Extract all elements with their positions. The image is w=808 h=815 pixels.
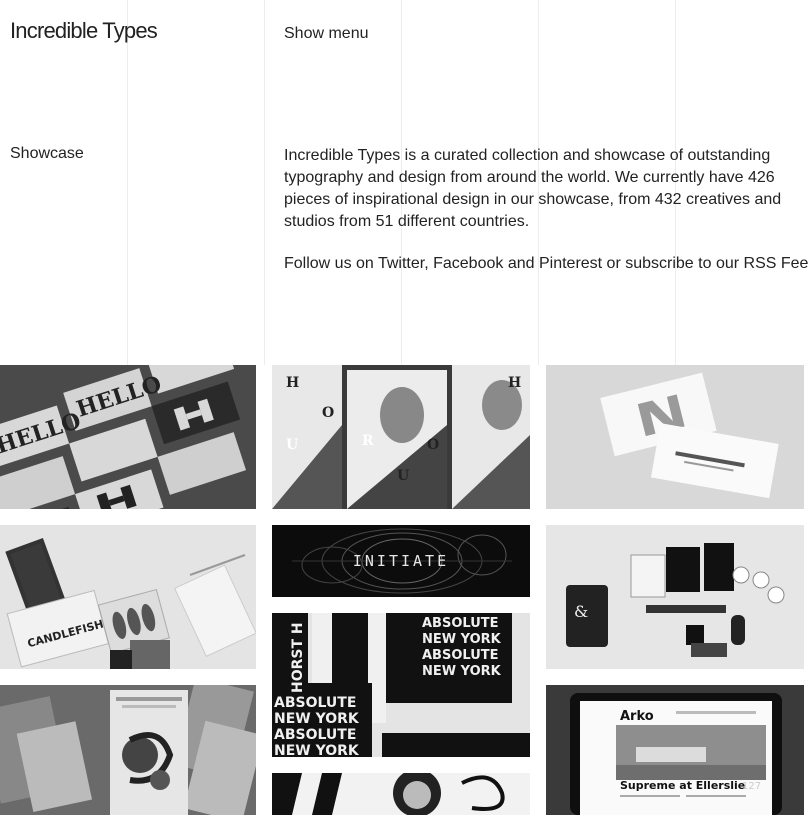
initiate-image: INITIATE [272, 525, 530, 597]
absolute-line: ABSOLUTE [274, 695, 356, 711]
pinterest-link[interactable]: Pinterest [539, 255, 602, 272]
intro-paragraph: Incredible Types is a curated collection… [284, 147, 782, 230]
svg-text:&: & [574, 602, 588, 621]
candlefish-image: CANDLEFISH [0, 525, 256, 669]
showcase-tile-initiate[interactable]: INITIATE [272, 525, 530, 597]
absolute-line: ABSOLUTE [422, 616, 499, 631]
rss-feed-link[interactable]: RSS Feed [744, 255, 808, 272]
showcase-tile-candlefish[interactable]: CANDLEFISH [0, 525, 256, 669]
showcase-tile-hello-cards[interactable]: HELLO HELLO [0, 365, 256, 509]
abstract-type-image [272, 773, 530, 815]
twitter-link[interactable]: Twitter [378, 255, 424, 272]
horst-vertical-text: HORST H [290, 622, 306, 693]
grid-line [127, 0, 128, 365]
absolute-line: ABSOLUTE [422, 648, 499, 663]
uomo-letter: H [508, 375, 521, 391]
uomo-letter: O [427, 437, 439, 453]
site-title[interactable]: Incredible Types [10, 18, 158, 44]
arko-number: 127 [742, 781, 761, 792]
uomo-letter: U [397, 468, 409, 484]
arko-headline: Supreme at Ellerslie [620, 779, 745, 792]
follow-paragraph: Follow us on Twitter, Facebook and Pinte… [284, 253, 808, 275]
posters-image [0, 685, 256, 815]
showcase-tile-posters[interactable] [0, 685, 256, 815]
uomo-letter: U [286, 437, 298, 453]
absolute-line: NEW YORK [274, 711, 360, 727]
follow-sep: , [424, 255, 434, 272]
showcase-tile-uomo-magazine[interactable]: H O U R O U H [272, 365, 530, 509]
show-menu-link[interactable]: Show menu [284, 25, 369, 43]
absolute-new-york-image: HORST H ABSOLUTE NEW YORK ABSOLUTE NEW Y… [272, 613, 530, 757]
showcase-tile-absolute-new-york[interactable]: HORST H ABSOLUTE NEW YORK ABSOLUTE NEW Y… [272, 613, 530, 757]
n-cards-image [546, 365, 804, 509]
section-label: Showcase [10, 145, 84, 162]
uomo-letter: O [322, 405, 334, 421]
showcase-tile-coffee-branding[interactable]: & [546, 525, 804, 669]
hello-cards-image: HELLO HELLO [0, 365, 256, 509]
follow-prefix: Follow us on [284, 255, 378, 272]
absolute-line: NEW YORK [274, 743, 360, 757]
follow-sep: and [503, 255, 539, 272]
grid-line [264, 0, 265, 365]
absolute-line: NEW YORK [422, 664, 502, 679]
showcase-tile-abstract-type[interactable] [272, 773, 530, 815]
arko-website-image: Arko Supreme at Ellerslie 127 [546, 685, 804, 815]
coffee-branding-image: & [546, 525, 804, 669]
uomo-letter: R [362, 433, 374, 449]
showcase-tile-n-cards[interactable] [546, 365, 804, 509]
follow-middle: or subscribe to our [602, 255, 744, 272]
facebook-link[interactable]: Facebook [433, 255, 503, 272]
absolute-line: NEW YORK [422, 632, 502, 647]
absolute-line: ABSOLUTE [274, 727, 356, 743]
initiate-text: INITIATE [353, 552, 449, 570]
arko-brand: Arko [620, 709, 654, 724]
uomo-letter: H [286, 375, 299, 391]
uomo-magazine-image: H O U R O U H [272, 365, 530, 509]
showcase-tile-arko-website[interactable]: Arko Supreme at Ellerslie 127 [546, 685, 804, 815]
